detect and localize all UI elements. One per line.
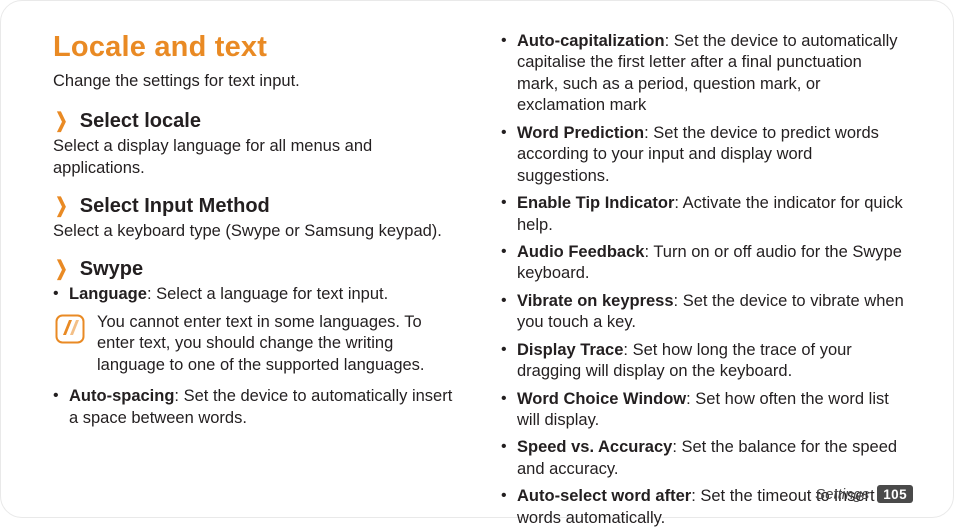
list-item: Auto-spacing: Set the device to automati… xyxy=(53,386,457,429)
swype-options-list-a: Language: Select a language for text inp… xyxy=(53,284,457,305)
subheading-select-locale: ❯ Select locale xyxy=(53,108,457,134)
page-title: Locale and text xyxy=(53,29,457,67)
option-term: Audio Feedback xyxy=(517,243,644,261)
note-callout: You cannot enter text in some languages.… xyxy=(53,312,457,376)
option-term: Word Choice Window xyxy=(517,390,686,408)
note-icon xyxy=(55,314,85,350)
manual-page: Locale and text Change the settings for … xyxy=(0,0,954,518)
swype-options-list-b: Auto-spacing: Set the device to automati… xyxy=(53,386,457,429)
chevron-right-icon: ❯ xyxy=(55,196,68,216)
page-footer: Settings 105 xyxy=(815,485,913,503)
subheading-label: Swype xyxy=(80,256,143,282)
option-term: Auto-capitalization xyxy=(517,32,665,50)
chevron-right-icon: ❯ xyxy=(55,259,68,279)
right-column: Auto-capitalization: Set the device to a… xyxy=(501,29,905,487)
list-item: Word Prediction: Set the device to predi… xyxy=(501,123,905,187)
option-term: Auto-spacing xyxy=(69,387,174,405)
subheading-label: Select Input Method xyxy=(80,193,270,219)
option-term: Auto-select word after xyxy=(517,487,691,505)
select-input-method-desc: Select a keyboard type (Swype or Samsung… xyxy=(53,221,457,242)
swype-options-list-c: Auto-capitalization: Set the device to a… xyxy=(501,31,905,529)
list-item: Vibrate on keypress: Set the device to v… xyxy=(501,291,905,334)
subheading-select-input-method: ❯ Select Input Method xyxy=(53,193,457,219)
left-column: Locale and text Change the settings for … xyxy=(53,29,457,487)
subheading-label: Select locale xyxy=(80,108,201,134)
list-item: Display Trace: Set how long the trace of… xyxy=(501,340,905,383)
option-term: Speed vs. Accuracy xyxy=(517,438,672,456)
page-number: 105 xyxy=(877,485,913,503)
intro-text: Change the settings for text input. xyxy=(53,71,457,92)
note-text: You cannot enter text in some languages.… xyxy=(97,312,457,376)
list-item: Language: Select a language for text inp… xyxy=(53,284,457,305)
select-locale-desc: Select a display language for all menus … xyxy=(53,136,457,179)
list-item: Enable Tip Indicator: Activate the indic… xyxy=(501,193,905,236)
option-term: Vibrate on keypress xyxy=(517,292,674,310)
list-item: Speed vs. Accuracy: Set the balance for … xyxy=(501,437,905,480)
list-item: Audio Feedback: Turn on or off audio for… xyxy=(501,242,905,285)
subheading-swype: ❯ Swype xyxy=(53,256,457,282)
list-item: Auto-capitalization: Set the device to a… xyxy=(501,31,905,117)
list-item: Word Choice Window: Set how often the wo… xyxy=(501,389,905,432)
chevron-right-icon: ❯ xyxy=(55,111,68,131)
option-term: Display Trace xyxy=(517,341,623,359)
option-term: Word Prediction xyxy=(517,124,644,142)
option-term: Language xyxy=(69,285,147,303)
option-desc: : Select a language for text input. xyxy=(147,285,388,303)
footer-section: Settings xyxy=(815,486,869,503)
option-term: Enable Tip Indicator xyxy=(517,194,674,212)
